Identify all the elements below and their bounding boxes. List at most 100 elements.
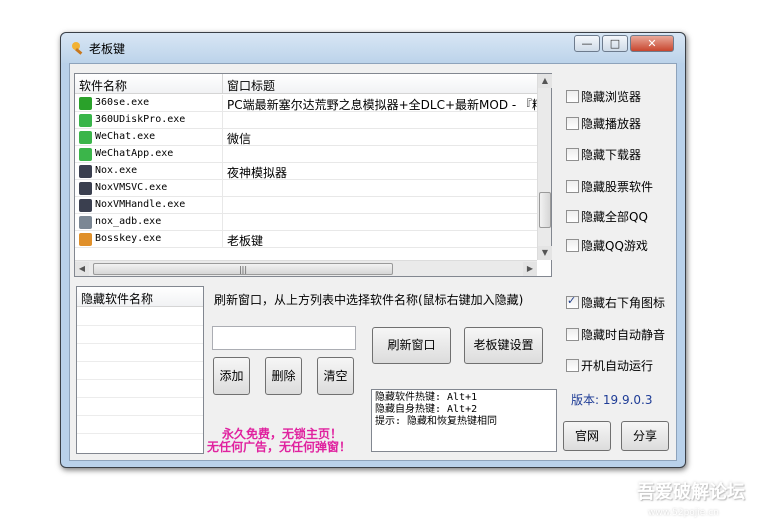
window-title: 老板键: [89, 42, 126, 56]
divider: [77, 343, 203, 344]
table-row[interactable]: 360se.exe PC端最新塞尔达荒野之息模拟器+全DLC+最新MOD - 『精…: [75, 95, 537, 112]
vertical-scrollbar[interactable]: ▲ ▼: [537, 74, 552, 260]
slogan-line-2: 无任何广告，无任何弹窗！: [207, 440, 352, 454]
window-title-cell: 夜神模拟器: [227, 166, 288, 180]
process-name-cell: WeChat.exe: [95, 131, 156, 142]
nox-icon: [79, 182, 92, 195]
checkbox-label[interactable]: 隐藏时自动静音: [581, 326, 665, 343]
maximize-button[interactable]: □: [602, 35, 628, 52]
table-row[interactable]: WeChatApp.exe: [75, 146, 537, 163]
checkbox-unchecked-icon[interactable]: [566, 359, 579, 372]
clear-button[interactable]: 清空: [317, 357, 354, 395]
column-divider: [222, 231, 223, 248]
wechat-app-icon: [79, 148, 92, 161]
software-name-input[interactable]: [212, 326, 356, 350]
checkbox-label[interactable]: 隐藏播放器: [581, 115, 641, 132]
usb-icon: [79, 114, 92, 127]
column-divider: [222, 163, 223, 180]
column-divider: [222, 95, 223, 112]
bosskey-app-icon: [71, 41, 85, 55]
table-row[interactable]: NoxVMHandle.exe: [75, 197, 537, 214]
scroll-down-arrow-icon[interactable]: ▼: [538, 246, 552, 260]
process-name-cell: NoxVMHandle.exe: [95, 199, 186, 210]
hidden-software-list[interactable]: 隐藏软件名称: [76, 286, 204, 454]
checkbox-unchecked-icon[interactable]: [566, 117, 579, 130]
vertical-scroll-thumb[interactable]: [539, 192, 551, 228]
bosskey-settings-button[interactable]: 老板键设置: [464, 327, 543, 364]
console-icon: [79, 216, 92, 229]
window-title-cell: PC端最新塞尔达荒野之息模拟器+全DLC+最新MOD - 『精品: [227, 98, 537, 112]
checkbox-unchecked-icon[interactable]: [566, 328, 579, 341]
minimize-button[interactable]: —: [574, 35, 600, 52]
column-divider: [222, 180, 223, 197]
checkbox-unchecked-icon[interactable]: [566, 90, 579, 103]
info-line: 隐藏软件热键: Alt+1: [375, 392, 478, 403]
window-title-cell: 老板键: [227, 234, 264, 248]
share-button[interactable]: 分享: [621, 421, 669, 451]
checkbox-unchecked-icon[interactable]: [566, 148, 579, 161]
title-bar[interactable]: 老板键 — □ ✕: [61, 33, 685, 63]
column-divider: [222, 214, 223, 231]
divider: [77, 361, 203, 362]
column-divider: [222, 129, 223, 146]
hidden-list-header[interactable]: 隐藏软件名称: [77, 287, 203, 307]
scroll-up-arrow-icon[interactable]: ▲: [538, 74, 552, 88]
website-button[interactable]: 官网: [563, 421, 611, 451]
refresh-window-button[interactable]: 刷新窗口: [372, 327, 451, 364]
column-divider: [222, 112, 223, 129]
watermark-text: 吾爱破解论坛: [637, 482, 745, 503]
nox-icon: [79, 165, 92, 178]
window-title-cell: 微信: [227, 132, 252, 146]
table-row[interactable]: Nox.exe 夜神模拟器: [75, 163, 537, 180]
column-divider[interactable]: [222, 74, 223, 94]
checkbox-label[interactable]: 隐藏QQ游戏: [581, 237, 648, 254]
bosskey-icon: [79, 233, 92, 246]
scroll-right-arrow-icon[interactable]: ▶: [523, 262, 537, 276]
checkbox-label[interactable]: 隐藏右下角图标: [581, 294, 665, 311]
checkbox-checked-icon[interactable]: [566, 294, 579, 309]
process-name-cell: NoxVMSVC.exe: [95, 182, 168, 193]
scroll-left-arrow-icon[interactable]: ◀: [75, 262, 89, 276]
checkbox-unchecked-icon[interactable]: [566, 180, 579, 193]
divider: [77, 415, 203, 416]
column-header-window-title[interactable]: 窗口标题: [227, 77, 275, 94]
nox-icon: [79, 199, 92, 212]
process-name-cell: 360se.exe: [95, 97, 150, 108]
checkbox-label[interactable]: 开机自动运行: [581, 357, 653, 374]
column-divider: [222, 197, 223, 214]
process-name-cell: Nox.exe: [95, 165, 138, 176]
process-name-cell: Bosskey.exe: [95, 233, 162, 244]
info-line: 隐藏自身热键: Alt+2: [375, 404, 478, 415]
delete-button[interactable]: 删除: [265, 357, 302, 395]
checkbox-unchecked-icon[interactable]: [566, 210, 579, 223]
table-row[interactable]: Bosskey.exe 老板键: [75, 231, 537, 248]
checkbox-unchecked-icon[interactable]: [566, 239, 579, 252]
column-header-software-name[interactable]: 软件名称: [79, 77, 127, 94]
wechat-icon: [79, 131, 92, 144]
divider: [77, 325, 203, 326]
process-name-cell: nox_adb.exe: [95, 216, 162, 227]
process-list[interactable]: 软件名称 窗口标题 360se.exe PC端最新塞尔达荒野之息模拟器+全DLC+…: [74, 73, 552, 277]
ie-icon: [79, 97, 92, 110]
instruction-label: 刷新窗口，从上方列表中选择软件名称(鼠标右键加入隐藏): [214, 293, 524, 307]
close-button[interactable]: ✕: [630, 35, 674, 52]
add-button[interactable]: 添加: [213, 357, 250, 395]
horizontal-scroll-thumb[interactable]: |||: [93, 263, 393, 275]
list-header: 软件名称 窗口标题: [75, 74, 537, 94]
checkbox-label[interactable]: 隐藏全部QQ: [581, 208, 648, 225]
checkbox-label[interactable]: 隐藏下载器: [581, 146, 641, 163]
hotkey-info-box[interactable]: 隐藏软件热键: Alt+1 隐藏自身热键: Alt+2 提示: 隐藏和恢复热键相…: [371, 389, 557, 452]
horizontal-scrollbar[interactable]: ◀ ||| ▶: [75, 260, 537, 276]
table-row[interactable]: nox_adb.exe: [75, 214, 537, 231]
column-divider: [222, 146, 223, 163]
table-row[interactable]: NoxVMSVC.exe: [75, 180, 537, 197]
divider: [77, 397, 203, 398]
table-row[interactable]: 360UDiskPro.exe: [75, 112, 537, 129]
watermark-url: www.52pojie.cn: [648, 508, 719, 518]
table-row[interactable]: WeChat.exe 微信: [75, 129, 537, 146]
checkbox-label[interactable]: 隐藏股票软件: [581, 178, 653, 195]
checkbox-label[interactable]: 隐藏浏览器: [581, 88, 641, 105]
divider: [77, 433, 203, 434]
divider: [77, 379, 203, 380]
info-line: 提示: 隐藏和恢复热键相同: [375, 416, 498, 427]
